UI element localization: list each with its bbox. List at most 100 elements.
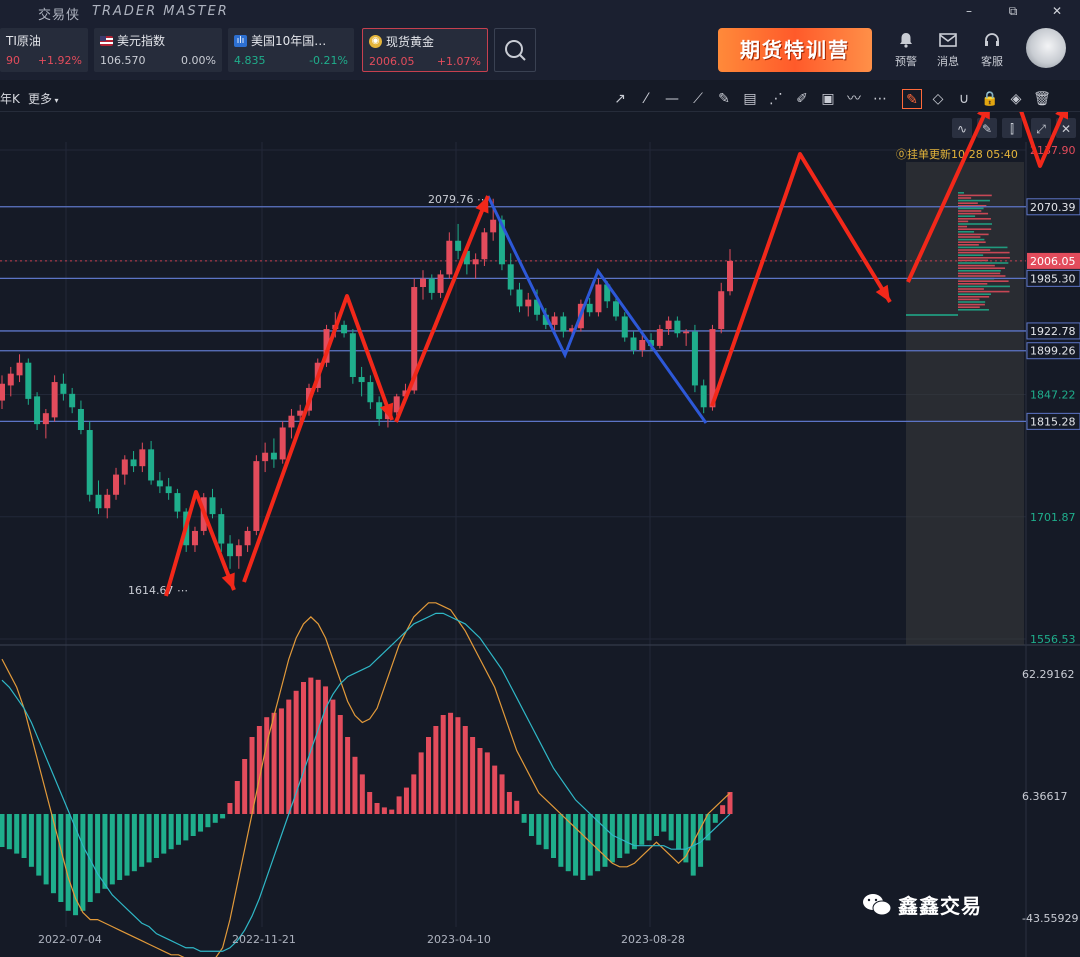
candle-body (86, 430, 93, 495)
promo-banner[interactable]: 期货特训营 (718, 28, 872, 72)
quote-card-gold[interactable]: ◉ 现货黄金 2006.05 +1.07% (362, 28, 488, 72)
trash-icon[interactable]: 🗑 (1032, 89, 1052, 109)
macd-histogram-bar (278, 708, 284, 814)
period-selector[interactable]: 年K (0, 90, 20, 107)
macd-histogram-bar (653, 814, 659, 836)
macd-histogram-bar (646, 814, 652, 841)
macd-histogram-bar (455, 717, 461, 814)
macd-histogram-bar (359, 774, 365, 814)
quote-name: 现货黄金 (386, 35, 435, 49)
brush-icon[interactable]: ✐ (792, 89, 812, 109)
volume-profile-bar (958, 290, 1010, 293)
candle-body (16, 362, 23, 376)
quote-change: 0.00% (181, 54, 216, 67)
arrow-line-icon[interactable]: ↗ (610, 89, 630, 109)
more-menu[interactable]: 更多 ▾ (28, 90, 59, 107)
macd-histogram-bar (381, 807, 387, 814)
macd-histogram-bar (183, 814, 189, 841)
eraser-icon[interactable]: ◇ (928, 89, 948, 109)
mail-icon (939, 33, 957, 47)
volume-profile-bar (958, 215, 976, 217)
macd-histogram-bar (43, 814, 49, 885)
macd-histogram-bar (330, 699, 336, 814)
pen-icon[interactable]: ✎ (714, 89, 734, 109)
candle-body (665, 320, 672, 330)
macd-histogram-bar (352, 756, 358, 814)
macd-histogram-bar (28, 814, 34, 867)
app-name: 交易侠 (38, 8, 81, 23)
volume-profile-bar (958, 244, 979, 246)
close-icon: ✕ (1061, 122, 1071, 136)
gann-fan-icon[interactable]: ⋰ (766, 89, 786, 109)
segment-icon[interactable]: ⟋ (688, 89, 708, 109)
price-axis-label: 2070.39 (1030, 201, 1076, 214)
quote-card-dxy[interactable]: 美元指数 106.570 0.00% (94, 28, 222, 72)
candle-body (235, 545, 242, 557)
volume-profile-bar (958, 283, 988, 285)
candle-body (148, 449, 155, 481)
wave-icon[interactable]: 〰 (844, 89, 864, 109)
candle-body (60, 383, 67, 394)
minimize-button[interactable]: – (958, 2, 980, 20)
candle-body (472, 259, 479, 265)
candle-body (586, 303, 593, 313)
macd-histogram-bar (80, 814, 86, 911)
support-button[interactable]: 客服 (974, 32, 1010, 69)
macd-histogram-bar (227, 803, 233, 814)
macd-histogram-bar (448, 712, 454, 814)
search-button[interactable] (494, 28, 536, 72)
ray-icon[interactable]: ⁄ (636, 89, 656, 109)
candle-body (165, 486, 172, 494)
candle-body (525, 299, 532, 307)
close-window-button[interactable]: ✕ (1046, 2, 1068, 20)
macd-histogram-bar (131, 814, 137, 872)
macd-histogram-bar (315, 679, 321, 814)
volume-profile-bar (958, 262, 1009, 264)
candle-body (727, 260, 733, 292)
magnet-icon[interactable]: ∪ (954, 89, 974, 109)
quote-change: +1.92% (37, 54, 82, 67)
search-icon (505, 40, 526, 61)
macd-histogram-bar (286, 699, 292, 814)
expand-icon: ⤢ (1035, 122, 1046, 136)
avatar[interactable] (1026, 28, 1066, 68)
volume-profile-bar (958, 272, 1001, 275)
eye-icon[interactable]: ◈ (1006, 89, 1026, 109)
candle-body (279, 427, 286, 460)
quote-card-us10y[interactable]: ılı 美国10年国… 4.835 -0.21% (228, 28, 354, 72)
quote-change: -0.21% (309, 54, 348, 67)
message-button[interactable]: 消息 (930, 32, 966, 69)
date-range-icon[interactable]: ▤ (740, 89, 760, 109)
alert-button[interactable]: 预警 (888, 32, 924, 69)
candle-body (156, 480, 163, 487)
volume-profile-bar (958, 285, 1010, 288)
alert-label: 预警 (895, 55, 917, 68)
macd-histogram-bar (418, 752, 424, 814)
restore-button[interactable]: ⧉ (1002, 2, 1024, 20)
macd-histogram-bar (528, 814, 534, 836)
price-chart[interactable]: 2079.76 ⋯1614.67 ⋯⓪挂单更新10/28 05:40 2137.9… (0, 112, 1080, 957)
image-icon[interactable]: ▣ (818, 89, 838, 109)
candle-body (507, 264, 514, 290)
macd-histogram-bar (470, 737, 476, 814)
volume-profile-bar (958, 210, 982, 212)
edit-active-icon[interactable]: ✎ (902, 89, 922, 109)
bell-icon (900, 33, 912, 48)
volume-profile-bar (958, 220, 969, 223)
more-dots-icon[interactable]: ⋯ (870, 89, 890, 109)
candle-body (621, 316, 628, 338)
candle-body (209, 497, 216, 515)
macd-histogram-bar (602, 814, 608, 867)
watermark: 鑫鑫交易 (862, 890, 982, 919)
quote-change: +1.07% (436, 55, 481, 68)
macd-histogram-bar (580, 814, 586, 880)
horizontal-line-icon[interactable]: — (662, 89, 682, 109)
volume-profile-bar (958, 275, 1006, 277)
candle-body (367, 382, 374, 403)
price-axis-label: 1815.28 (1030, 415, 1076, 428)
lock-icon[interactable]: 🔒 (980, 89, 1000, 109)
us-flag-icon (100, 35, 113, 46)
candle-icon: ⫿ (1010, 122, 1014, 136)
quote-card-crude[interactable]: TI原油 90 +1.92% (0, 28, 88, 72)
price-axis-label: 1847.22 (1030, 388, 1076, 401)
